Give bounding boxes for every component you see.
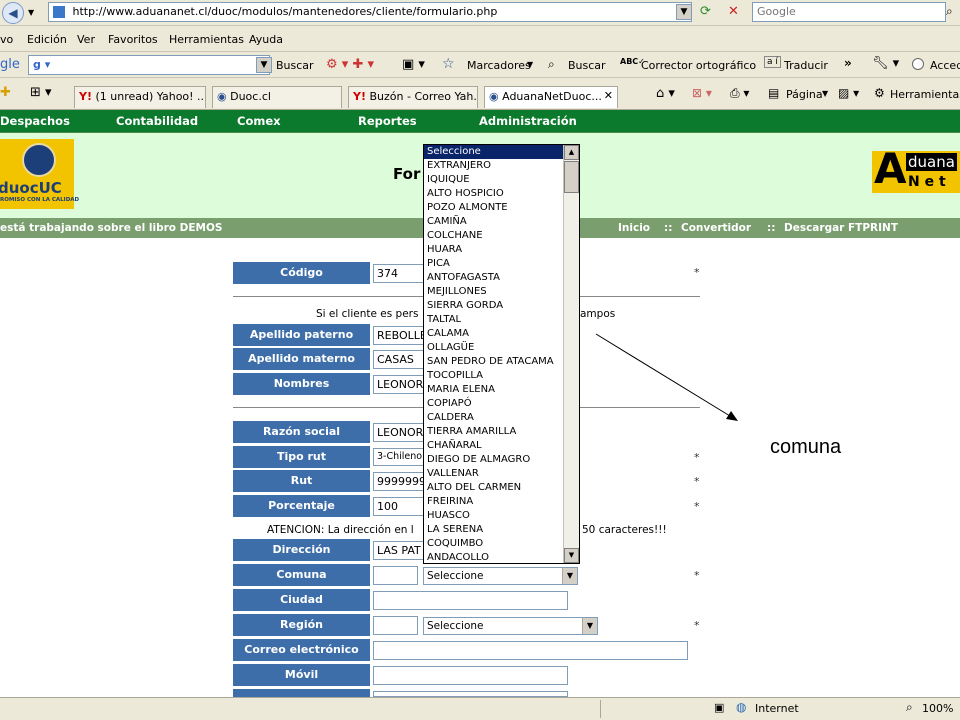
status-section <box>600 700 601 718</box>
annotation-label: comuna <box>770 436 842 458</box>
zoom-icon: ⌕ <box>906 700 913 714</box>
lock-icon: ▣ <box>714 701 725 714</box>
status-bar: ▣ ◍ Internet ⌕ 100% <box>0 697 960 720</box>
globe-icon: ◍ <box>736 700 747 714</box>
zoom-level[interactable]: 100% <box>922 702 953 715</box>
annotation-arrow <box>595 333 738 421</box>
internet-zone: Internet <box>755 702 799 715</box>
